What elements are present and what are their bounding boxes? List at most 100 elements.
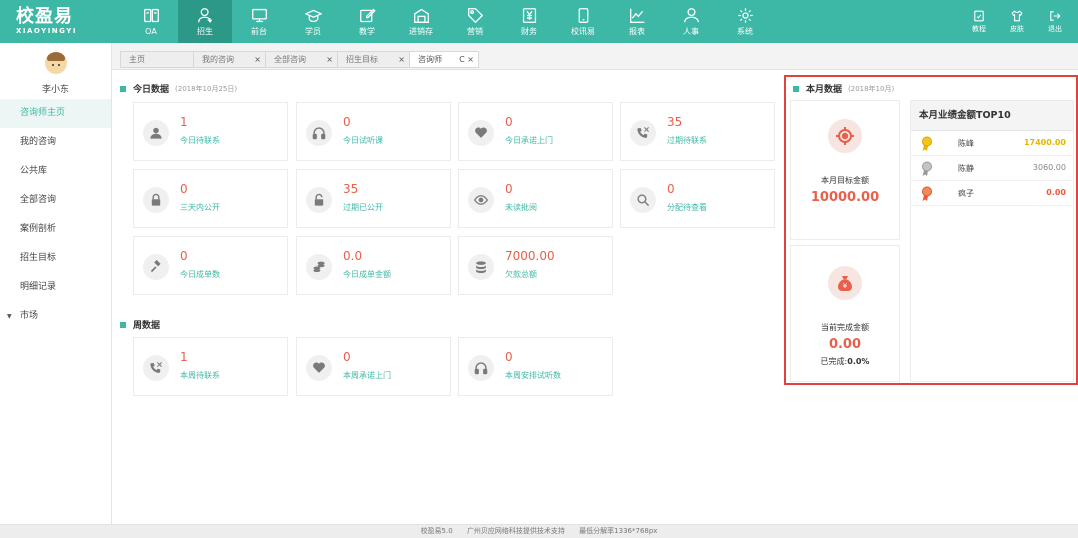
gavel-icon bbox=[143, 254, 169, 280]
nav-students-label: 学员 bbox=[305, 26, 321, 36]
stat-card-assigned-pending[interactable]: 0 分配待查看 bbox=[620, 169, 775, 228]
gear-icon bbox=[737, 7, 753, 23]
line-chart-icon bbox=[629, 8, 644, 23]
heart-icon bbox=[468, 120, 494, 146]
tab-bar: 主页 我的咨询 × 全部咨询 × 招生目标 × 咨询师 C × bbox=[112, 43, 1078, 70]
stat-card-today-deals[interactable]: 0 今日成单数 bbox=[133, 236, 288, 295]
stat-value: 0 bbox=[180, 182, 188, 196]
leader-amount: 17400.00 bbox=[1023, 138, 1066, 147]
nav-logout[interactable]: 退出 bbox=[1036, 0, 1074, 43]
nav-finance[interactable]: 财务 bbox=[502, 0, 556, 43]
stat-value: 0 bbox=[343, 350, 351, 364]
sidebar-item-market[interactable]: ▼ 市场 bbox=[0, 302, 111, 331]
stat-value: 0.0 bbox=[343, 249, 363, 263]
user-name: 李小东 bbox=[41, 85, 69, 95]
sidebar-item-case-analysis[interactable]: 案例剖析 bbox=[0, 215, 111, 244]
leader-name: 陈静 bbox=[958, 164, 974, 173]
stat-card-today-trial[interactable]: 0 今日试听课 bbox=[296, 102, 451, 161]
month-title: 本月数据 bbox=[806, 85, 843, 95]
leaderboard-row[interactable]: 陈峰 17400.00 bbox=[911, 131, 1073, 156]
close-icon[interactable]: × bbox=[254, 52, 261, 67]
sidebar-item-enroll-target[interactable]: 招生目标 bbox=[0, 244, 111, 273]
stat-card-week-contact[interactable]: 1 本周待联系 bbox=[133, 337, 288, 396]
month-done-card[interactable]: ¥ 当前完成金额 0.00 已完成:0.0% bbox=[790, 245, 900, 382]
lock-icon bbox=[143, 187, 169, 213]
phone-call-icon bbox=[143, 355, 169, 381]
week-section-title: 周数据 bbox=[120, 318, 160, 331]
stat-value: 1 bbox=[180, 350, 188, 364]
leader-amount: 0.00 bbox=[1046, 188, 1066, 197]
month-date: (2018年10月) bbox=[848, 84, 895, 93]
monitor-icon bbox=[251, 8, 267, 22]
stat-card-today-visit[interactable]: 0 今日承诺上门 bbox=[458, 102, 613, 161]
close-icon[interactable]: C × bbox=[459, 52, 474, 67]
nav-messaging[interactable]: 校讯易 bbox=[556, 0, 610, 43]
sidebar-item-consultant-home[interactable]: 咨询师主页 bbox=[0, 99, 111, 128]
month-target-card[interactable]: 本月目标金额 10000.00 bbox=[790, 100, 900, 240]
nav-system[interactable]: 系统 bbox=[718, 0, 772, 43]
sidebar-item-public-pool[interactable]: 公共库 bbox=[0, 157, 111, 186]
sidebar: 李小东 咨询师主页 我的咨询 公共库 全部咨询 案例剖析 招生目标 明细记录 ▼… bbox=[0, 43, 112, 524]
nav-hr[interactable]: 人事 bbox=[664, 0, 718, 43]
eye-icon bbox=[468, 187, 494, 213]
stat-card-arrears-total[interactable]: 7000.00 欠款总额 bbox=[458, 236, 613, 295]
stat-card-week-trial[interactable]: 0 本周安排试听数 bbox=[458, 337, 613, 396]
tab-enroll-target[interactable]: 招生目标 × bbox=[337, 51, 410, 68]
stat-card-public-3days[interactable]: 0 三天内公开 bbox=[133, 169, 288, 228]
avatar[interactable] bbox=[44, 52, 67, 74]
nav-students[interactable]: 学员 bbox=[286, 0, 340, 43]
stat-card-overdue-contact[interactable]: 35 过期待联系 bbox=[620, 102, 775, 161]
tab-all-consults[interactable]: 全部咨询 × bbox=[265, 51, 338, 68]
money-bag-icon: ¥ bbox=[828, 266, 862, 300]
done-label: 当前完成金额 bbox=[821, 323, 869, 332]
nav-recruit[interactable]: 招生 bbox=[178, 0, 232, 43]
user-profile: 李小东 bbox=[0, 43, 111, 99]
stat-card-week-visit[interactable]: 0 本周承诺上门 bbox=[296, 337, 451, 396]
nav-teaching[interactable]: 教学 bbox=[340, 0, 394, 43]
logo-main-text: 校盈易 bbox=[16, 6, 73, 27]
footer-support: 广州贝应网络科技提供技术支持 bbox=[466, 527, 565, 535]
user-add-icon bbox=[197, 7, 212, 22]
sidebar-item-my-consults[interactable]: 我的咨询 bbox=[0, 128, 111, 157]
done-value: 0.00 bbox=[828, 337, 862, 352]
nav-right-tools: 教程 皮肤 退出 bbox=[960, 0, 1078, 43]
stat-label: 本周待联系 bbox=[180, 371, 220, 380]
nav-frontdesk[interactable]: 前台 bbox=[232, 0, 286, 43]
nav-tutorial[interactable]: 教程 bbox=[960, 0, 998, 43]
heart-icon bbox=[306, 355, 332, 381]
stat-value: 0 bbox=[505, 182, 513, 196]
stat-label: 过期待联系 bbox=[667, 136, 707, 145]
stat-label: 今日成单数 bbox=[180, 270, 220, 279]
month-section-title: 本月数据 (2018年10月) bbox=[793, 82, 894, 95]
leaderboard-row[interactable]: 陈静 3060.00 bbox=[911, 156, 1073, 181]
nav-reports[interactable]: 报表 bbox=[610, 0, 664, 43]
nav-inventory-label: 进销存 bbox=[409, 26, 433, 36]
section-marker bbox=[120, 85, 126, 92]
nav-oa[interactable]: OA bbox=[124, 0, 178, 43]
app-logo[interactable]: 校盈易 XIAOYINGYI bbox=[0, 0, 124, 43]
stat-card-unread-review[interactable]: 0 未读批阅 bbox=[458, 169, 613, 228]
sidebar-item-all-consults[interactable]: 全部咨询 bbox=[0, 186, 111, 215]
done-percent-value: 0.0% bbox=[847, 357, 870, 366]
close-icon[interactable]: × bbox=[398, 52, 405, 67]
today-section-title: 今日数据 (2018年10月25日) bbox=[120, 82, 237, 95]
yuan-icon bbox=[522, 7, 536, 23]
tab-my-consults[interactable]: 我的咨询 × bbox=[193, 51, 266, 68]
done-percent: 已完成:0.0% bbox=[791, 356, 899, 367]
tab-home[interactable]: 主页 bbox=[120, 51, 194, 68]
stat-label: 三天内公开 bbox=[180, 203, 220, 212]
nav-marketing[interactable]: 营销 bbox=[448, 0, 502, 43]
today-title: 今日数据 bbox=[133, 85, 170, 95]
leaderboard-row[interactable]: 疯子 0.00 bbox=[911, 181, 1073, 206]
close-icon[interactable]: × bbox=[326, 52, 333, 67]
tab-consultant[interactable]: 咨询师 C × bbox=[409, 51, 479, 68]
stat-card-today-contact[interactable]: 1 今日待联系 bbox=[133, 102, 288, 161]
stat-card-today-deal-amount[interactable]: 0.0 今日成单金额 bbox=[296, 236, 451, 295]
nav-marketing-label: 营销 bbox=[467, 26, 483, 36]
stat-card-overdue-public[interactable]: 35 过期已公开 bbox=[296, 169, 451, 228]
target-icon bbox=[828, 119, 862, 153]
book-icon bbox=[143, 8, 159, 22]
sidebar-item-detail-records[interactable]: 明细记录 bbox=[0, 273, 111, 302]
nav-skin[interactable]: 皮肤 bbox=[998, 0, 1036, 43]
nav-inventory[interactable]: 进销存 bbox=[394, 0, 448, 43]
